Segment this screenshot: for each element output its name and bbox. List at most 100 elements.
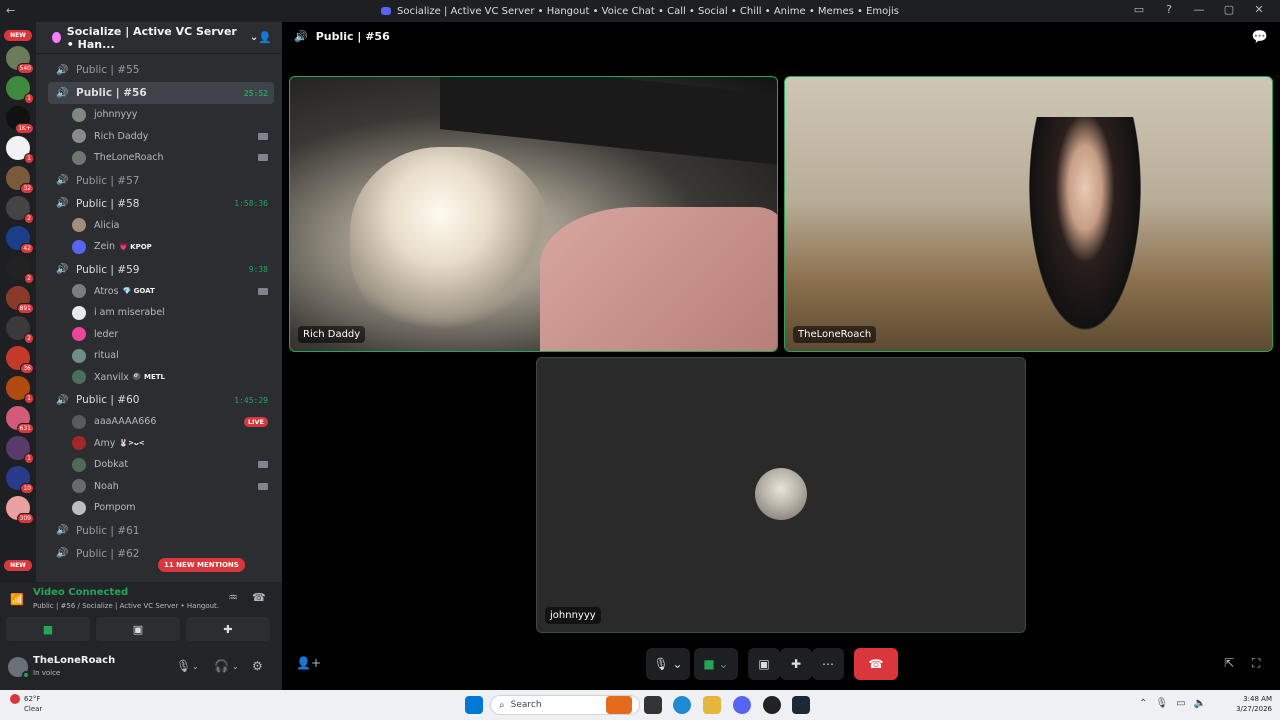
headphones-icon[interactable]: 🎧 bbox=[214, 659, 229, 673]
avatar bbox=[72, 348, 86, 363]
voice-user[interactable]: Zein 💗 KPOP bbox=[72, 236, 268, 258]
disconnect-icon[interactable]: ☎ bbox=[252, 591, 266, 604]
invite-icon[interactable]: 👤 bbox=[258, 31, 272, 44]
new-badge: NEW bbox=[4, 560, 32, 571]
video-tile-rich-daddy[interactable]: Rich Daddy bbox=[289, 76, 778, 352]
server-icon[interactable]: 10 bbox=[6, 466, 34, 494]
voice-user[interactable]: Atros 💎 GOAT bbox=[72, 281, 268, 303]
microphone-button[interactable]: 🎙 ⌄ bbox=[646, 648, 690, 680]
fullscreen-icon[interactable]: ⛶ bbox=[1252, 656, 1260, 671]
help-icon[interactable]: ? bbox=[1154, 3, 1184, 16]
popout-icon[interactable]: ⇱ bbox=[1224, 656, 1234, 670]
clock-date: 3/27/2026 bbox=[1236, 705, 1272, 713]
screen-share-button[interactable]: ▣ bbox=[96, 617, 180, 641]
network-icon[interactable]: ▭ bbox=[1176, 698, 1185, 709]
camera-button[interactable]: ■ bbox=[6, 617, 90, 641]
voice-channel[interactable]: 🔊 Public | #57 bbox=[48, 170, 274, 192]
edge-icon[interactable] bbox=[673, 696, 691, 714]
voice-user[interactable]: aaaAAAA666 LIVE bbox=[72, 411, 268, 433]
activities-button[interactable]: ✚ bbox=[780, 648, 812, 680]
screen-icon[interactable]: ▭ bbox=[1124, 3, 1154, 16]
avatar[interactable] bbox=[8, 657, 30, 679]
voice-user[interactable]: Rich Daddy bbox=[72, 126, 268, 148]
server-count: 42 bbox=[20, 243, 34, 254]
voice-user[interactable]: Dobkat bbox=[72, 454, 268, 476]
chevron-down-icon[interactable]: ⌄ bbox=[232, 662, 239, 671]
gear-icon[interactable]: ⚙ bbox=[252, 659, 263, 673]
voice-subtitle[interactable]: Public | #56 / Socialize | Active VC Ser… bbox=[33, 602, 219, 610]
chevron-down-icon[interactable]: ⌄ bbox=[192, 662, 199, 671]
clock[interactable]: 3:48 AM 3/27/2026 bbox=[1236, 694, 1272, 714]
voice-user[interactable]: ritual bbox=[72, 345, 268, 367]
back-arrow-icon[interactable]: ← bbox=[6, 4, 15, 17]
noise-suppression-icon[interactable]: ♒ bbox=[228, 591, 238, 604]
obs-icon[interactable] bbox=[763, 696, 781, 714]
video-tile-theloneroach[interactable]: TheLoneRoach bbox=[784, 76, 1273, 352]
search-icon: ⌕ bbox=[499, 699, 505, 711]
server-icon[interactable]: 32 bbox=[6, 166, 34, 194]
maximize-button[interactable]: ▢ bbox=[1214, 3, 1244, 16]
chevron-up-icon[interactable]: ⌃ bbox=[1139, 698, 1147, 709]
voice-channel[interactable]: 🔊 Public | #56 25:52 bbox=[48, 82, 274, 104]
microphone-icon[interactable]: 🎙 bbox=[176, 659, 191, 673]
voice-channel[interactable]: 🔊 Public | #59 9:38 bbox=[48, 259, 274, 281]
more-options-button[interactable]: ⋯ bbox=[812, 648, 844, 680]
user-name[interactable]: TheLoneRoach bbox=[33, 655, 115, 666]
voice-user[interactable]: i am miserabel bbox=[72, 302, 268, 324]
activities-button[interactable]: ✚ bbox=[186, 617, 270, 641]
user-panel: TheLoneRoach In voice 🎙 ⌄ 🎧 ⌄ ⚙ bbox=[0, 646, 282, 690]
voice-user[interactable]: Xanvilx 🎱 METL bbox=[72, 367, 268, 389]
server-icon[interactable]: 2 bbox=[6, 256, 34, 284]
minimize-button[interactable]: — bbox=[1184, 3, 1214, 16]
server-icon[interactable]: 1 bbox=[6, 436, 34, 464]
add-user-icon[interactable]: 👤+ bbox=[296, 656, 321, 670]
signal-icon[interactable]: 📶 bbox=[10, 593, 24, 606]
server-header[interactable]: Socialize | Active VC Server • Han... ⌄ … bbox=[36, 22, 282, 54]
weather-widget[interactable]: 62°F Clear bbox=[10, 694, 42, 714]
voice-user[interactable]: Alicia bbox=[72, 215, 268, 237]
server-icon[interactable]: 891 bbox=[6, 286, 34, 314]
voice-user[interactable]: TheLoneRoach bbox=[72, 147, 268, 169]
steam-icon[interactable] bbox=[792, 696, 810, 714]
disconnect-button[interactable]: ☎ bbox=[854, 648, 898, 680]
weather-temp: 62°F bbox=[24, 695, 41, 703]
server-icon[interactable]: 2 bbox=[6, 316, 34, 344]
server-icon[interactable]: 1 bbox=[6, 76, 34, 104]
video-tile-johnnyyy[interactable]: johnnyyy bbox=[536, 357, 1026, 633]
server-icon[interactable]: 36 bbox=[6, 346, 34, 374]
avatar bbox=[72, 457, 86, 472]
server-icon[interactable]: 309 bbox=[6, 496, 34, 524]
user-name: Pompom bbox=[94, 502, 136, 514]
discord-icon[interactable] bbox=[733, 696, 751, 714]
task-view-icon[interactable] bbox=[644, 696, 662, 714]
voice-user[interactable]: Noah bbox=[72, 476, 268, 498]
user-name: johnnyyy bbox=[94, 109, 138, 121]
microphone-icon[interactable]: 🎙 bbox=[1155, 698, 1168, 709]
voice-channel[interactable]: 🔊 Public | #55 bbox=[48, 59, 274, 81]
server-icon[interactable]: 42 bbox=[6, 226, 34, 254]
new-mentions-badge[interactable]: 11 NEW MENTIONS bbox=[158, 558, 245, 572]
widget-icon[interactable] bbox=[606, 696, 632, 714]
speaker-icon: 🔊 bbox=[56, 525, 69, 536]
start-icon[interactable] bbox=[465, 696, 483, 714]
camera-button[interactable]: ■ ⌄ bbox=[694, 648, 738, 680]
close-button[interactable]: ✕ bbox=[1244, 3, 1274, 16]
voice-channel[interactable]: 🔊 Public | #58 1:58:36 bbox=[48, 193, 274, 215]
server-icon[interactable]: 540 bbox=[6, 46, 34, 74]
file-explorer-icon[interactable] bbox=[703, 696, 721, 714]
voice-channel[interactable]: 🔊 Public | #61 bbox=[48, 520, 274, 542]
server-icon[interactable]: 1K+ bbox=[6, 106, 34, 134]
chat-bubble-icon[interactable]: 💬 bbox=[1252, 30, 1268, 45]
voice-user[interactable]: Pompom bbox=[72, 497, 268, 519]
server-icon[interactable]: 1 bbox=[6, 376, 34, 404]
user-name: Dobkat bbox=[94, 459, 129, 471]
voice-user[interactable]: leder bbox=[72, 324, 268, 346]
server-icon[interactable]: 631 bbox=[6, 406, 34, 434]
server-icon[interactable]: 2 bbox=[6, 196, 34, 224]
screen-share-button[interactable]: ▣ bbox=[748, 648, 780, 680]
volume-icon[interactable]: 🔈 bbox=[1194, 698, 1206, 709]
voice-user[interactable]: johnnyyy bbox=[72, 104, 268, 126]
server-icon[interactable]: 1 bbox=[6, 136, 34, 164]
voice-channel[interactable]: 🔊 Public | #60 1:45:29 bbox=[48, 389, 274, 411]
voice-user[interactable]: Amy 🐰>ᴗ< bbox=[72, 433, 268, 455]
